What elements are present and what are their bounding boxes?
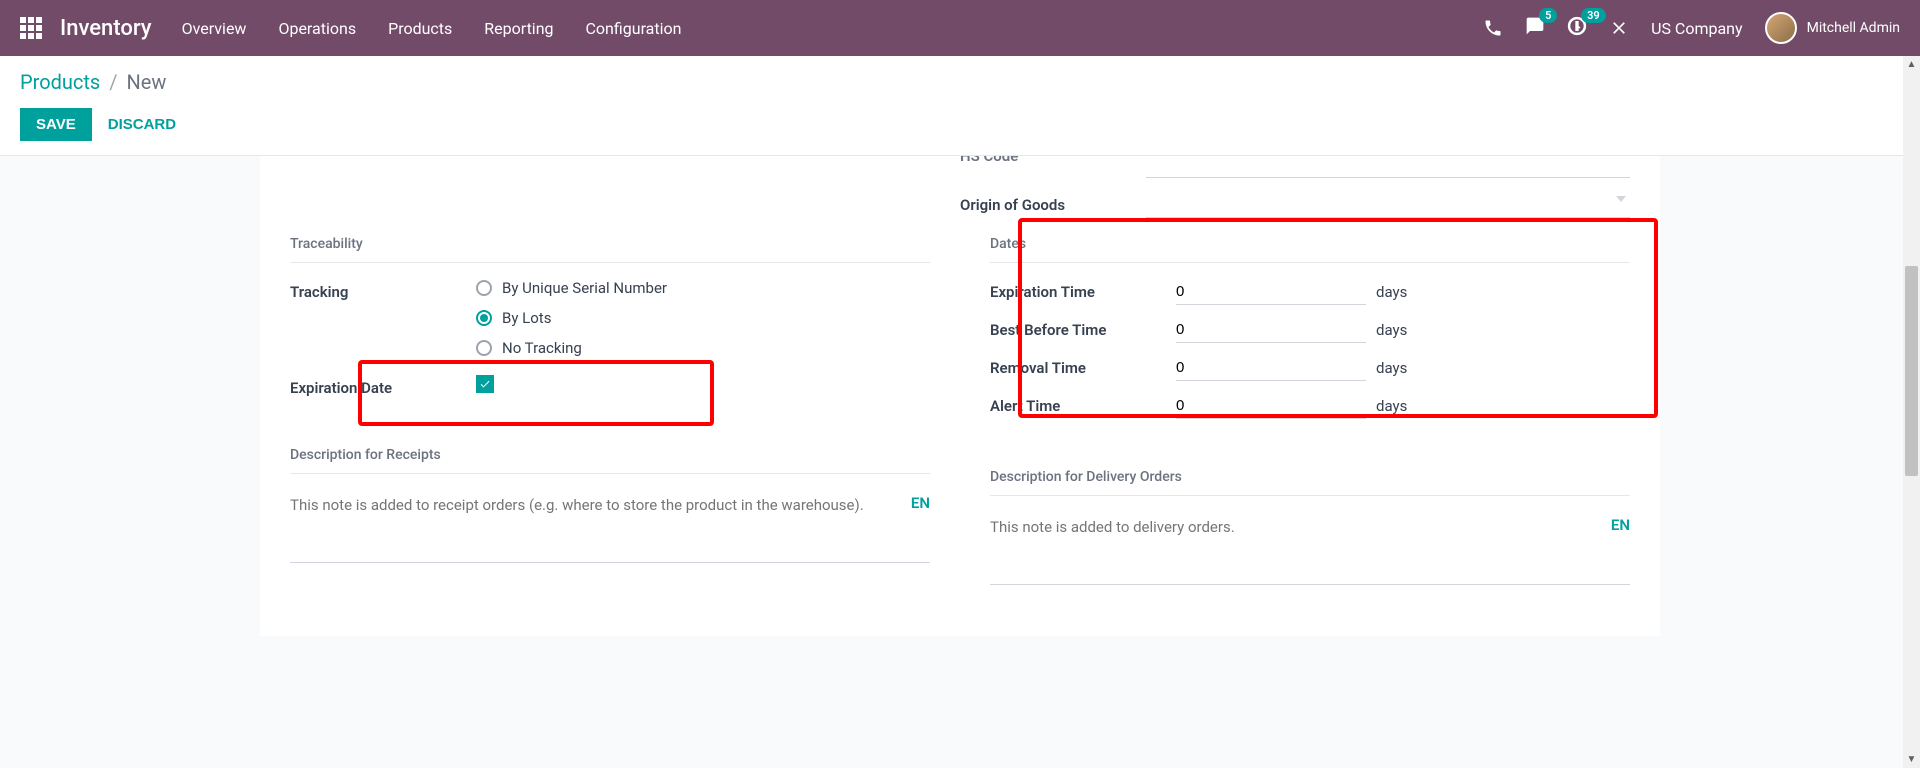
desc-delivery-textarea[interactable] xyxy=(990,512,1630,585)
days-unit: days xyxy=(1376,359,1407,377)
activity-badge: 39 xyxy=(1581,8,1606,23)
scrollbar-thumb[interactable] xyxy=(1905,266,1918,476)
radio-icon xyxy=(476,280,492,296)
breadcrumb-separator: / xyxy=(109,70,117,94)
days-unit: days xyxy=(1376,321,1407,339)
save-button[interactable]: SAVE xyxy=(20,108,92,141)
nav-overview[interactable]: Overview xyxy=(182,19,247,38)
divider xyxy=(990,495,1630,496)
expiration-date-checkbox[interactable] xyxy=(476,375,494,393)
hs-code-input[interactable] xyxy=(1146,152,1630,178)
desc-delivery-title: Description for Delivery Orders xyxy=(990,469,1630,485)
breadcrumb-current: New xyxy=(126,70,166,94)
breadcrumb-products[interactable]: Products xyxy=(20,70,100,94)
lang-button[interactable]: EN xyxy=(911,494,930,512)
activity-icon[interactable]: 39 xyxy=(1567,16,1587,40)
form-sheet: HS Code Origin of Goods Traceability xyxy=(260,156,1660,636)
divider xyxy=(290,262,930,263)
scroll-up-arrow[interactable]: ▲ xyxy=(1903,56,1920,73)
tracking-lots-radio[interactable]: By Lots xyxy=(476,309,930,327)
breadcrumb: Products / New xyxy=(20,70,1900,94)
dates-title: Dates xyxy=(990,236,1630,252)
nav-reporting[interactable]: Reporting xyxy=(484,19,553,38)
tracking-serial-radio[interactable]: By Unique Serial Number xyxy=(476,279,930,297)
close-icon[interactable] xyxy=(1609,18,1629,38)
messaging-badge: 5 xyxy=(1539,8,1557,23)
days-unit: days xyxy=(1376,283,1407,301)
divider xyxy=(290,473,930,474)
radio-label: By Lots xyxy=(502,309,551,327)
radio-icon xyxy=(476,310,492,326)
desc-receipts-textarea[interactable] xyxy=(290,490,930,563)
nav-operations[interactable]: Operations xyxy=(278,19,356,38)
apps-icon[interactable] xyxy=(20,17,42,39)
hs-code-label: HS Code xyxy=(960,156,1018,165)
radio-label: By Unique Serial Number xyxy=(502,279,667,297)
radio-icon xyxy=(476,340,492,356)
removal-time-input[interactable] xyxy=(1176,355,1366,381)
app-brand[interactable]: Inventory xyxy=(60,16,152,41)
lang-button[interactable]: EN xyxy=(1611,516,1630,534)
scrollbar[interactable]: ▲ ▼ xyxy=(1903,56,1920,768)
user-name: Mitchell Admin xyxy=(1807,20,1900,36)
chevron-down-icon[interactable] xyxy=(1616,196,1626,202)
expiration-time-input[interactable] xyxy=(1176,279,1366,305)
top-navbar: Inventory Overview Operations Products R… xyxy=(0,0,1920,56)
control-panel: Products / New SAVE DISCARD xyxy=(0,56,1920,156)
desc-receipts-title: Description for Receipts xyxy=(290,447,930,463)
nav-products[interactable]: Products xyxy=(388,19,452,38)
traceability-title: Traceability xyxy=(290,236,930,252)
origin-label: Origin of Goods xyxy=(960,196,1146,214)
alert-time-input[interactable] xyxy=(1176,393,1366,419)
best-before-time-input[interactable] xyxy=(1176,317,1366,343)
scroll-down-arrow[interactable]: ▼ xyxy=(1903,751,1920,768)
days-unit: days xyxy=(1376,397,1407,415)
phone-icon[interactable] xyxy=(1483,18,1503,38)
user-menu[interactable]: Mitchell Admin xyxy=(1765,12,1900,44)
messaging-icon[interactable]: 5 xyxy=(1525,16,1545,40)
company-selector[interactable]: US Company xyxy=(1651,19,1743,38)
divider xyxy=(990,262,1630,263)
best-before-time-label: Best Before Time xyxy=(990,321,1176,339)
expiration-time-label: Expiration Time xyxy=(990,283,1176,301)
origin-input[interactable] xyxy=(1146,192,1630,218)
avatar xyxy=(1765,12,1797,44)
discard-button[interactable]: DISCARD xyxy=(108,116,176,133)
tracking-none-radio[interactable]: No Tracking xyxy=(476,339,930,357)
expiration-date-label: Expiration Date xyxy=(290,375,476,397)
tracking-label: Tracking xyxy=(290,279,476,301)
alert-time-label: Alert Time xyxy=(990,397,1176,415)
nav-configuration[interactable]: Configuration xyxy=(586,19,682,38)
removal-time-label: Removal Time xyxy=(990,359,1176,377)
radio-label: No Tracking xyxy=(502,339,582,357)
check-icon xyxy=(479,378,491,390)
